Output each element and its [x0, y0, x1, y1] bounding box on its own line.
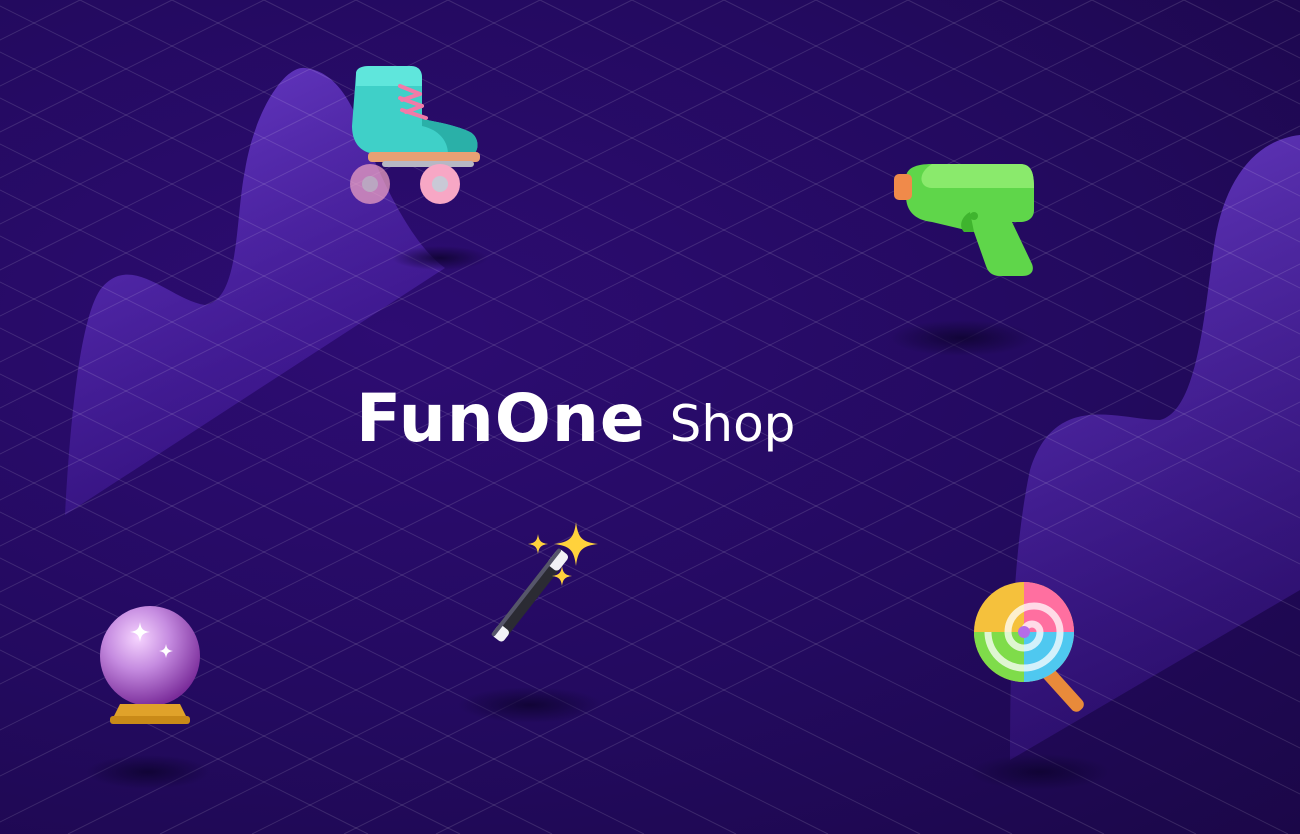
grid-line	[0, 0, 81, 41]
crystal-ball-icon	[96, 604, 206, 726]
roller-skate-icon	[348, 64, 488, 209]
water-pistol-icon	[892, 160, 1037, 280]
shadow-crystal-ball	[86, 755, 210, 789]
magic-wand-icon	[458, 520, 608, 660]
shadow-magic-wand	[458, 687, 602, 723]
sparkle-small-left	[528, 534, 548, 554]
brand-suffix: Shop	[669, 395, 796, 453]
brand-name: FunOne	[356, 380, 646, 457]
hero-banner: FunOne Shop	[0, 0, 1300, 834]
shadow-lollipop	[970, 754, 1110, 790]
shadow-water-pistol	[890, 320, 1034, 356]
lollipop-icon	[974, 582, 1114, 722]
shadow-roller-skate	[392, 246, 488, 270]
brand-logo: FunOne Shop	[356, 380, 956, 480]
